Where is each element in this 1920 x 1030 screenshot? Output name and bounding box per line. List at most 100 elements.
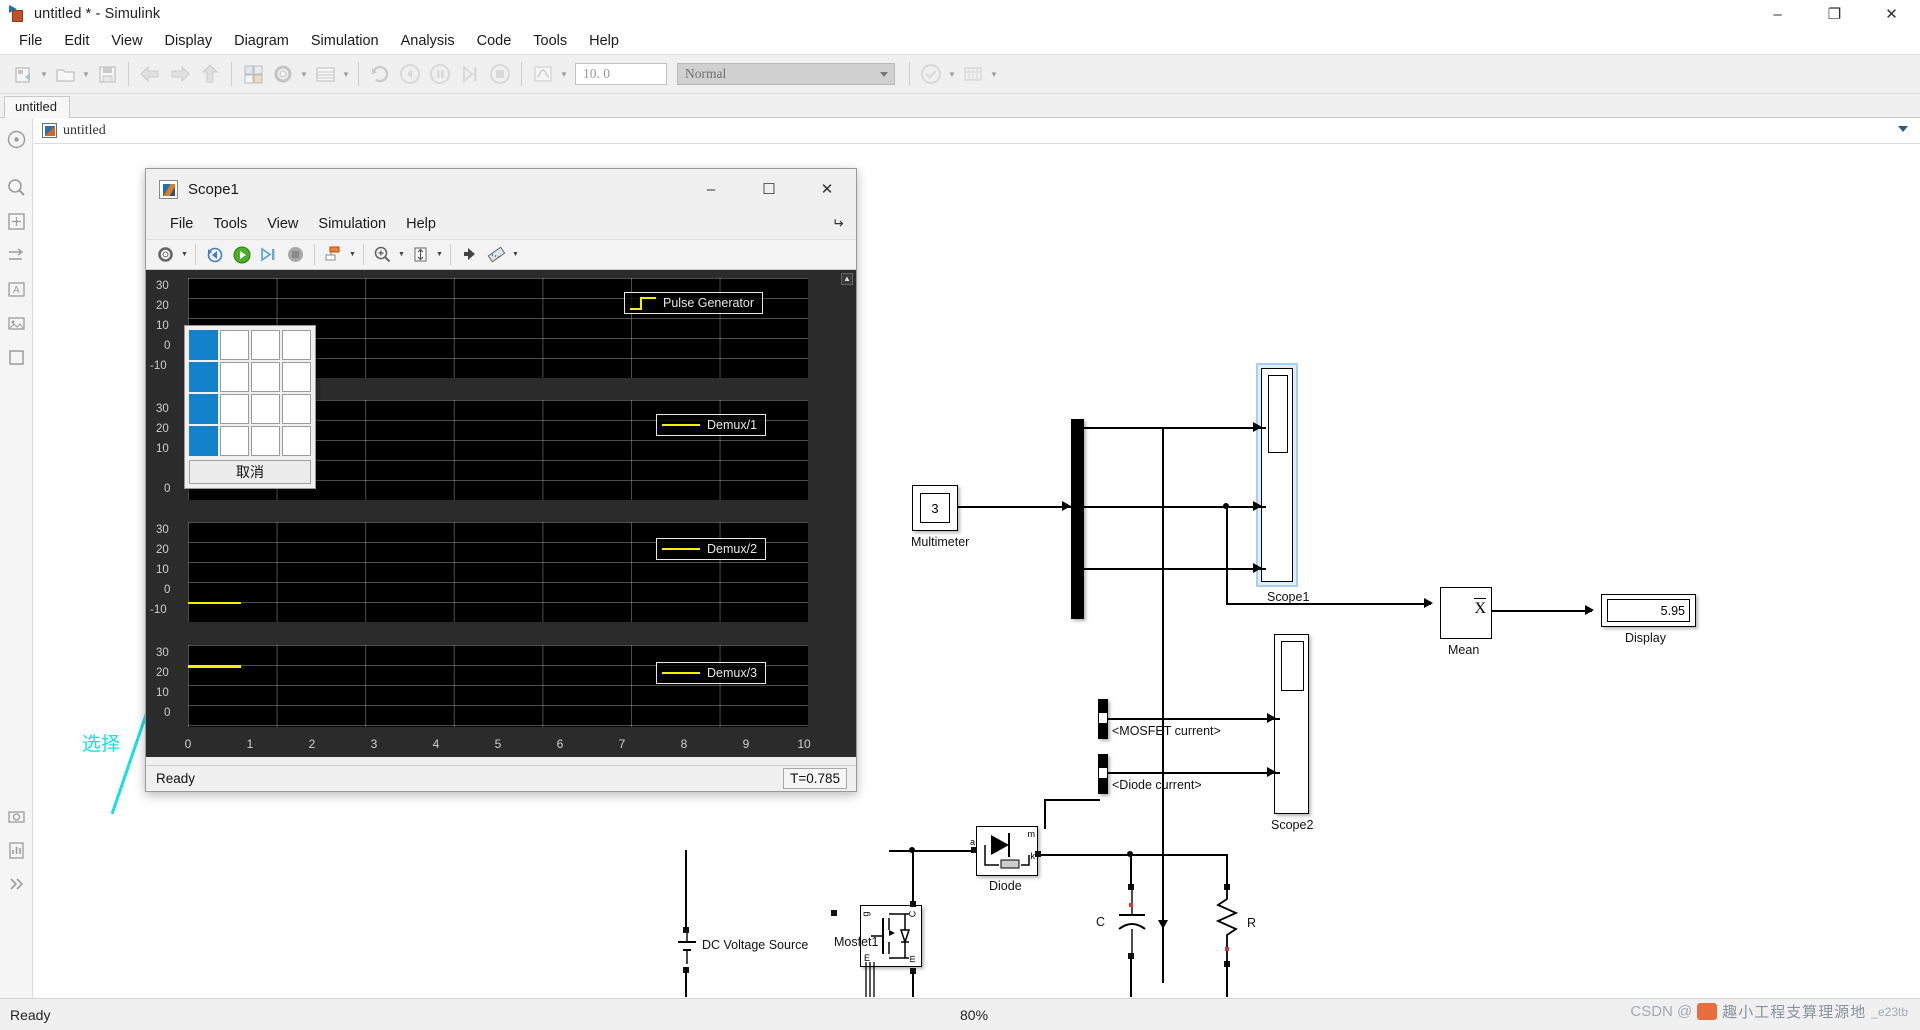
report-icon[interactable] xyxy=(0,833,33,867)
arrange-icon[interactable] xyxy=(0,238,33,272)
build-dropdown-caret[interactable]: ▼ xyxy=(988,60,1000,88)
layout-cell-2-1[interactable] xyxy=(189,362,218,392)
model-explorer-icon[interactable] xyxy=(311,60,339,88)
menu-diagram[interactable]: Diagram xyxy=(223,30,300,52)
menu-edit[interactable]: Edit xyxy=(53,30,100,52)
scope-menu-tools[interactable]: Tools xyxy=(203,214,257,234)
menu-file[interactable]: File xyxy=(8,30,53,52)
block-diode[interactable]: a k m xyxy=(970,826,1038,876)
block-display[interactable]: 5.95 xyxy=(1601,594,1696,627)
layout-cell-4-4[interactable] xyxy=(282,426,311,456)
annotation-icon[interactable]: A xyxy=(0,272,33,306)
layout-cell-1-1[interactable] xyxy=(189,330,218,360)
maximize-button[interactable]: ❐ xyxy=(1806,0,1863,28)
mosfet-port-top[interactable] xyxy=(831,910,837,916)
forward-arrow-icon[interactable] xyxy=(166,60,194,88)
navigate-icon[interactable] xyxy=(0,122,33,156)
library-browser-icon[interactable] xyxy=(239,60,267,88)
menu-analysis[interactable]: Analysis xyxy=(390,30,466,52)
pause-icon[interactable] xyxy=(426,60,454,88)
up-arrow-icon[interactable] xyxy=(196,60,224,88)
layout-cell-4-2[interactable] xyxy=(220,426,249,456)
layout-cell-2-4[interactable] xyxy=(282,362,311,392)
back-arrow-icon[interactable] xyxy=(136,60,164,88)
block-dc-voltage-source[interactable] xyxy=(674,932,700,964)
simulation-mode-select[interactable]: Normal xyxy=(677,63,895,85)
scope-menu-simulation[interactable]: Simulation xyxy=(308,214,396,234)
autoscale-icon[interactable] xyxy=(408,242,433,267)
block-scope1[interactable] xyxy=(1261,368,1293,582)
layout-cell-3-1[interactable] xyxy=(189,394,218,424)
simulation-time-input[interactable]: 10. 0 xyxy=(575,63,667,85)
signal-tap-mosfet[interactable] xyxy=(1098,699,1108,739)
layout-picker-popup[interactable]: 取消 xyxy=(184,325,316,489)
layout-cell-1-3[interactable] xyxy=(251,330,280,360)
close-button[interactable]: ✕ xyxy=(1863,0,1920,28)
menu-tools[interactable]: Tools xyxy=(522,30,578,52)
scope-plot-area[interactable]: ▲ 30 20 10 0 -10 Pulse Generator 30 20 1… xyxy=(146,270,856,757)
open-dropdown-caret[interactable]: ▼ xyxy=(80,60,92,88)
zoom-icon[interactable] xyxy=(0,170,33,204)
scope-icon[interactable] xyxy=(529,60,557,88)
zoom-in-icon[interactable] xyxy=(370,242,395,267)
minimize-button[interactable]: – xyxy=(1749,0,1806,28)
scope-menu-help[interactable]: Help xyxy=(396,214,446,234)
update-model-icon[interactable] xyxy=(366,60,394,88)
block-capacitor[interactable] xyxy=(1117,889,1147,953)
block-multimeter[interactable]: 3 xyxy=(912,485,958,531)
cursor-measurements-icon[interactable] xyxy=(457,242,482,267)
scope-dropdown-caret[interactable]: ▼ xyxy=(558,60,570,88)
image-icon[interactable] xyxy=(0,306,33,340)
legend-demux-2[interactable]: Demux/2 xyxy=(656,538,767,560)
breadcrumb-label[interactable]: untitled xyxy=(63,123,106,139)
legend-pulse-generator[interactable]: Pulse Generator xyxy=(624,292,764,314)
explorer-dropdown-caret[interactable]: ▼ xyxy=(340,60,352,88)
scope-window[interactable]: Scope1 – ☐ ✕ File Tools View Simulation … xyxy=(145,168,857,792)
config-dropdown-caret[interactable]: ▼ xyxy=(179,242,190,267)
expand-icon[interactable] xyxy=(0,867,33,901)
measurements-dropdown-caret[interactable]: ▼ xyxy=(510,242,521,267)
menu-display[interactable]: Display xyxy=(154,30,224,52)
measurements-icon[interactable] xyxy=(484,242,509,267)
area-icon[interactable] xyxy=(0,340,33,374)
step-back-icon[interactable] xyxy=(396,60,424,88)
scope-menu-file[interactable]: File xyxy=(160,214,203,234)
layout-cell-2-2[interactable] xyxy=(220,362,249,392)
config-dropdown-caret[interactable]: ▼ xyxy=(298,60,310,88)
layout-cell-1-4[interactable] xyxy=(282,330,311,360)
layout-icon[interactable] xyxy=(321,242,346,267)
menu-help[interactable]: Help xyxy=(578,30,630,52)
menu-view[interactable]: View xyxy=(100,30,153,52)
step-forward-icon[interactable] xyxy=(456,60,484,88)
scope-close-button[interactable]: ✕ xyxy=(798,169,856,209)
scope-menu-view[interactable]: View xyxy=(257,214,308,234)
layout-cell-2-3[interactable] xyxy=(251,362,280,392)
layout-cell-4-1[interactable] xyxy=(189,426,218,456)
advisor-dropdown-caret[interactable]: ▼ xyxy=(946,60,958,88)
camera-icon[interactable] xyxy=(0,799,33,833)
signal-tap-diode[interactable] xyxy=(1098,754,1108,794)
fit-to-view-icon[interactable] xyxy=(0,204,33,238)
layout-cell-4-3[interactable] xyxy=(251,426,280,456)
tab-untitled[interactable]: untitled xyxy=(4,96,70,118)
zoom-dropdown-caret[interactable]: ▼ xyxy=(396,242,407,267)
legend-demux-1[interactable]: Demux/1 xyxy=(656,414,767,436)
step-forward-icon[interactable] xyxy=(256,242,281,267)
autoscale-dropdown-caret[interactable]: ▼ xyxy=(434,242,445,267)
scope-maximize-button[interactable]: ☐ xyxy=(740,169,798,209)
menu-code[interactable]: Code xyxy=(466,30,523,52)
layout-cell-1-2[interactable] xyxy=(220,330,249,360)
layout-cell-3-3[interactable] xyxy=(251,394,280,424)
save-icon[interactable] xyxy=(93,60,121,88)
block-mean[interactable]: X xyxy=(1440,587,1492,639)
scope-minimize-button[interactable]: – xyxy=(682,169,740,209)
chevron-down-icon[interactable] xyxy=(1898,126,1908,132)
block-scope2[interactable] xyxy=(1274,634,1309,814)
model-configuration-icon[interactable] xyxy=(269,60,297,88)
undock-icon[interactable]: ↵ xyxy=(832,215,844,232)
new-model-icon[interactable] xyxy=(9,60,37,88)
stop-icon[interactable] xyxy=(283,242,308,267)
configuration-properties-icon[interactable] xyxy=(153,242,178,267)
layout-cancel-button[interactable]: 取消 xyxy=(189,460,311,484)
new-model-dropdown-caret[interactable]: ▼ xyxy=(38,60,50,88)
